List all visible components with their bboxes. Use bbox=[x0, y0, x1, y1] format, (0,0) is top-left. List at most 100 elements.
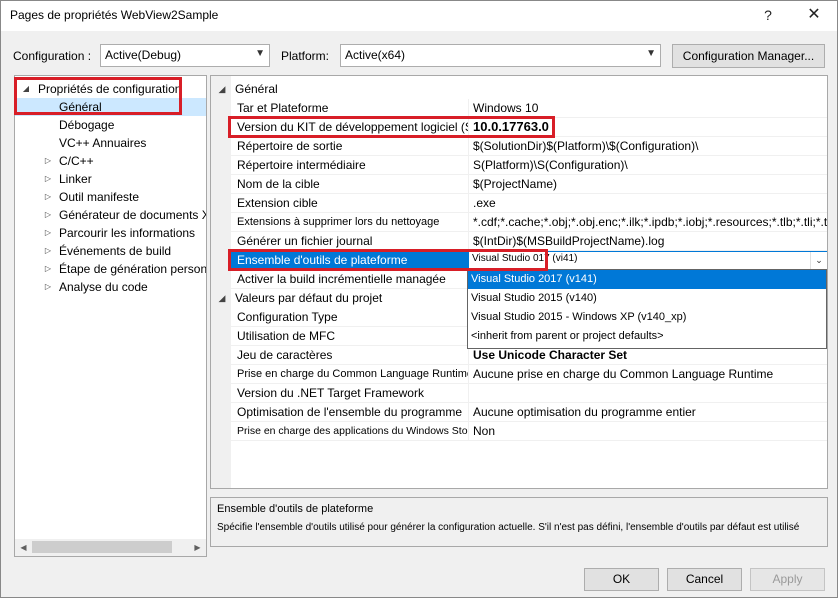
tree-item-browse-information[interactable]: ▷ Parcourir les informations bbox=[15, 224, 206, 242]
property-row[interactable]: Répertoire de sortie $(SolutionDir)$(Pla… bbox=[231, 137, 827, 156]
expand-icon[interactable]: ▷ bbox=[42, 170, 54, 188]
property-name: Configuration Type bbox=[231, 308, 469, 327]
property-row[interactable]: Version du KIT de développement logiciel… bbox=[231, 118, 827, 137]
property-row[interactable]: Nom de la cible $(ProjectName) bbox=[231, 175, 827, 194]
description-panel: Ensemble d'outils de plateforme Spécifie… bbox=[210, 497, 828, 547]
expand-icon[interactable]: ▷ bbox=[42, 278, 54, 296]
property-row[interactable]: Version du .NET Target Framework bbox=[231, 384, 827, 403]
property-name: Activer la build incrémentielle managée bbox=[231, 270, 469, 289]
property-name: Prise en charge du Common Language Runti… bbox=[231, 365, 469, 384]
tree-item-linker[interactable]: ▷ Linker bbox=[15, 170, 206, 188]
property-row[interactable]: Prise en charge des applications du Wind… bbox=[231, 422, 827, 441]
property-value[interactable]: $(ProjectName) bbox=[471, 175, 827, 194]
tree-item-vc-directories[interactable]: VC++ Annuaires bbox=[15, 134, 206, 152]
scrollbar-thumb[interactable] bbox=[32, 541, 172, 553]
property-value[interactable]: .exe bbox=[471, 194, 827, 213]
title-bar: Pages de propriétés WebView2Sample ? ✕ bbox=[1, 1, 837, 31]
property-value[interactable]: *.cdf;*.cache;*.obj;*.obj.enc;*.ilk;*.ip… bbox=[471, 213, 827, 232]
property-row[interactable]: Répertoire intermédiaire S(Platform)\S(C… bbox=[231, 156, 827, 175]
tree-item-label: Générateur de documents XML bbox=[59, 208, 206, 222]
property-value[interactable]: Aucune optimisation du programme entier bbox=[471, 403, 827, 422]
tree-item-label: Linker bbox=[59, 172, 92, 186]
property-row[interactable]: Extensions à supprimer lors du nettoyage… bbox=[231, 213, 827, 232]
property-row[interactable]: Tar et Plateforme Windows 10 bbox=[231, 99, 827, 118]
property-row[interactable]: Optimisation de l'ensemble du programme … bbox=[231, 403, 827, 422]
tree-item-general[interactable]: Général bbox=[15, 98, 206, 116]
collapse-icon[interactable]: ◢ bbox=[216, 80, 228, 99]
dropdown-option[interactable]: <inherit from parent or project defaults… bbox=[468, 327, 826, 346]
tree-item-custom-build-step[interactable]: ▷ Étape de génération personnalisée bbox=[15, 260, 207, 278]
property-name: Extensions à supprimer lors du nettoyage bbox=[231, 213, 469, 232]
tree-item-label: Propriétés de configuration bbox=[38, 82, 182, 96]
category-tree: ◢ Propriétés de configuration Général Dé… bbox=[14, 75, 207, 557]
expand-icon[interactable]: ▷ bbox=[42, 260, 54, 278]
property-name: Nom de la cible bbox=[231, 175, 469, 194]
window-title: Pages de propriétés WebView2Sample bbox=[10, 8, 219, 22]
property-pages-dialog: Pages de propriétés WebView2Sample ? ✕ C… bbox=[0, 0, 838, 598]
close-icon[interactable]: ✕ bbox=[791, 1, 837, 31]
expand-icon[interactable]: ▷ bbox=[42, 188, 54, 206]
property-name: Tar et Plateforme bbox=[231, 99, 469, 118]
property-row[interactable]: Générer un fichier journal $(IntDir)$(MS… bbox=[231, 232, 827, 251]
description-title: Ensemble d'outils de plateforme bbox=[217, 503, 374, 515]
tree-item-code-analysis[interactable]: ▷ Analyse du code bbox=[15, 278, 206, 296]
property-value[interactable]: 10.0.17763.0 bbox=[471, 118, 827, 137]
property-name: Répertoire intermédiaire bbox=[231, 156, 469, 175]
dropdown-option[interactable]: Visual Studio 2015 - Windows XP (v140_xp… bbox=[468, 308, 826, 327]
tree-item-label: VC++ Annuaires bbox=[59, 136, 147, 150]
tree-item-xml-doc-generator[interactable]: ▷ Générateur de documents XML bbox=[15, 206, 206, 224]
property-value[interactable]: Non bbox=[471, 422, 827, 441]
property-name: Générer un fichier journal bbox=[231, 232, 469, 251]
platform-toolset-value: Visual Studio 017 (vi41) bbox=[472, 253, 578, 264]
expand-icon[interactable]: ▷ bbox=[42, 152, 54, 170]
property-value[interactable]: Aucune prise en charge du Common Languag… bbox=[471, 365, 827, 384]
platform-label: Platform: bbox=[281, 49, 330, 63]
configuration-manager-button[interactable]: Configuration Manager... bbox=[672, 44, 825, 68]
dropdown-option[interactable]: Visual Studio 2015 (v140) bbox=[468, 289, 826, 308]
property-row[interactable]: Extension cible .exe bbox=[231, 194, 827, 213]
tree-item-build-events[interactable]: ▷ Événements de build bbox=[15, 242, 206, 260]
dropdown-option[interactable]: Visual Studio 2017 (v141) bbox=[468, 270, 826, 289]
property-value[interactable]: Windows 10 bbox=[471, 99, 827, 118]
expand-icon[interactable]: ◢ bbox=[20, 80, 32, 98]
property-value[interactable]: S(Platform)\S(Configuration)\ bbox=[471, 156, 827, 175]
property-name: Version du .NET Target Framework bbox=[231, 384, 469, 403]
expand-icon[interactable]: ▷ bbox=[42, 242, 54, 260]
tree-item-manifest-tool[interactable]: ▷ Outil manifeste bbox=[15, 188, 206, 206]
property-name: Utilisation de MFC bbox=[231, 327, 469, 346]
expand-icon[interactable]: ▷ bbox=[42, 206, 54, 224]
property-value[interactable]: $(SolutionDir)$(Platform)\$(Configuratio… bbox=[471, 137, 827, 156]
chevron-down-icon: ▼ bbox=[255, 48, 265, 59]
tree-item-label: Étape de génération personnalisée bbox=[59, 262, 207, 276]
property-name: Version du KIT de développement logiciel… bbox=[231, 118, 469, 137]
tree-item-configuration-properties[interactable]: ◢ Propriétés de configuration bbox=[15, 80, 206, 98]
chevron-down-icon: ▼ bbox=[646, 48, 656, 59]
property-row[interactable]: Prise en charge du Common Language Runti… bbox=[231, 365, 827, 384]
grid-gutter bbox=[211, 76, 231, 488]
property-value[interactable] bbox=[471, 384, 827, 403]
apply-button[interactable]: Apply bbox=[750, 568, 825, 591]
category-label: Valeurs par défaut du projet bbox=[235, 291, 383, 305]
category-general[interactable]: ◢ Général bbox=[211, 80, 827, 99]
ok-button[interactable]: OK bbox=[584, 568, 659, 591]
tree-item-c-cpp[interactable]: ▷ C/C++ bbox=[15, 152, 206, 170]
platform-toolset-select[interactable]: Visual Studio 017 (vi41) ⌄ bbox=[468, 251, 827, 270]
scroll-right-icon[interactable]: ▶ bbox=[189, 539, 206, 556]
tree-horizontal-scrollbar[interactable]: ◀ ▶ bbox=[15, 539, 206, 556]
property-value[interactable]: $(IntDir)$(MSBuildProjectName).log bbox=[471, 232, 827, 251]
tree-item-label: Outil manifeste bbox=[59, 190, 140, 204]
property-name: Ensemble d'outils de plateforme bbox=[231, 251, 469, 270]
tree-item-label: Général bbox=[59, 100, 102, 114]
expand-icon[interactable]: ▷ bbox=[42, 224, 54, 242]
tree-item-label: Parcourir les informations bbox=[59, 226, 196, 240]
collapse-icon[interactable]: ◢ bbox=[216, 289, 228, 308]
chevron-down-icon[interactable]: ⌄ bbox=[810, 252, 827, 269]
property-name: Extension cible bbox=[231, 194, 469, 213]
configuration-select[interactable]: Active(Debug) ▼ bbox=[100, 44, 270, 67]
scroll-left-icon[interactable]: ◀ bbox=[15, 539, 32, 556]
platform-select[interactable]: Active(x64) ▼ bbox=[340, 44, 661, 67]
cancel-button[interactable]: Cancel bbox=[667, 568, 742, 591]
help-icon[interactable]: ? bbox=[745, 1, 791, 31]
tree-item-debugging[interactable]: Débogage bbox=[15, 116, 206, 134]
category-label: Général bbox=[235, 82, 278, 96]
